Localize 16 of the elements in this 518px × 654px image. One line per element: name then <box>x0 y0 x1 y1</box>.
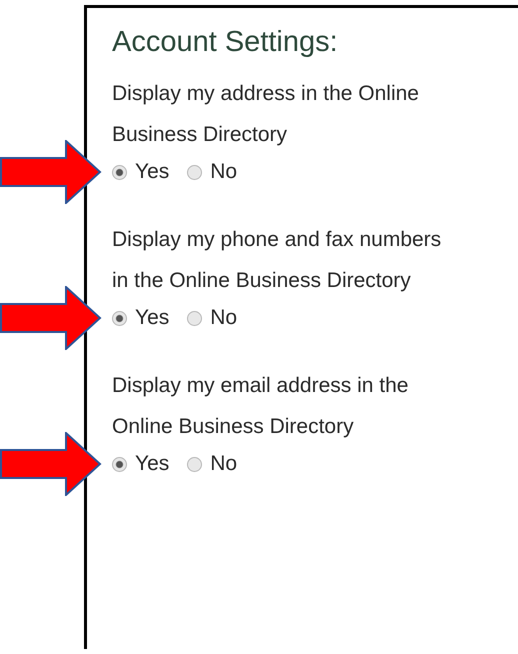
radio-icon[interactable] <box>187 164 202 180</box>
radio-option[interactable]: Yes <box>112 452 170 476</box>
radio-icon[interactable] <box>187 456 202 472</box>
radio-icon[interactable] <box>112 164 127 180</box>
radio-icon[interactable] <box>112 310 127 326</box>
section-title: Account Settings: <box>112 26 339 59</box>
radio-icon[interactable] <box>112 456 127 472</box>
question-text: Display my phone and fax numbers in the Online Business Directory <box>112 227 442 294</box>
question-text: Display my address in the Online Business Directory <box>112 81 420 148</box>
radio-option[interactable]: Yes <box>112 306 170 330</box>
radio-option[interactable]: No <box>187 452 238 476</box>
radio-option[interactable]: No <box>187 306 238 330</box>
radio-icon[interactable] <box>187 310 202 326</box>
radio-option[interactable]: No <box>187 160 238 184</box>
radio-option[interactable]: Yes <box>112 160 170 184</box>
question-text: Display my email address in the Online Business Directory <box>112 373 410 440</box>
